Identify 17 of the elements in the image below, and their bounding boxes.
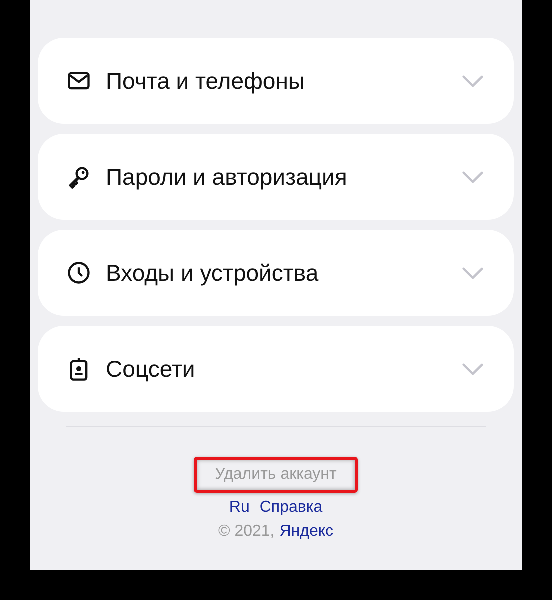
chevron-icon xyxy=(462,266,484,280)
section-title: Соцсети xyxy=(106,356,196,382)
language-link[interactable]: Ru xyxy=(229,499,250,517)
section-card[interactable]: Соцсети xyxy=(38,326,514,412)
chevron-icon xyxy=(462,170,484,184)
yandex-link[interactable]: Яндекс xyxy=(280,523,334,541)
section-title: Пароли и авторизация xyxy=(106,164,348,190)
chevron-icon xyxy=(462,74,484,88)
section-title: Почта и телефоны xyxy=(106,68,306,94)
section-card[interactable]: Почта и телефоны xyxy=(38,38,514,124)
copyright-text: © 2021, xyxy=(218,523,275,541)
clock-icon xyxy=(66,260,92,286)
help-link[interactable]: Справка xyxy=(260,499,323,517)
chevron-icon xyxy=(462,362,484,376)
section-card[interactable]: Пароли и авторизация xyxy=(38,134,514,220)
section-card[interactable]: Входы и устройства xyxy=(38,230,514,316)
section-title: Входы и устройства xyxy=(106,260,320,286)
